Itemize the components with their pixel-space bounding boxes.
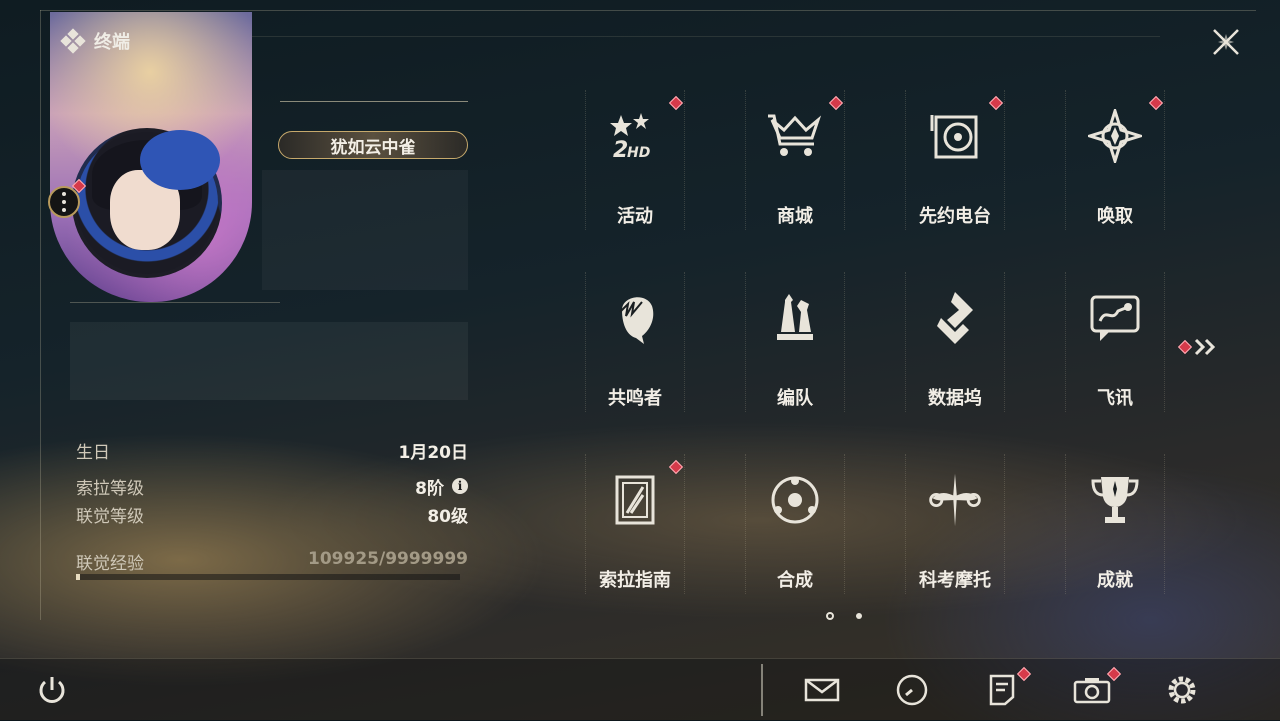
settings-button[interactable] <box>1162 670 1202 710</box>
menu-item[interactable]: 成就 <box>1065 454 1165 604</box>
gear-icon <box>1168 676 1196 704</box>
chat-bubble-icon <box>1085 288 1145 348</box>
trophy-icon <box>1085 470 1145 530</box>
stat-value: 8阶 <box>415 478 444 499</box>
pagination-dot[interactable] <box>856 613 862 619</box>
close-button[interactable] <box>1208 24 1244 60</box>
activity-2hd-icon: 2 HD <box>605 106 665 166</box>
motorcycle-icon <box>925 470 985 530</box>
stat-label: 生日 <box>76 442 110 463</box>
menu-item-label: 数据坞 <box>928 388 982 409</box>
chess-pieces-icon <box>765 288 825 348</box>
pagination-dot[interactable] <box>826 612 834 620</box>
camera-button[interactable] <box>1072 670 1112 710</box>
menu-item[interactable]: 编队 <box>745 272 845 422</box>
radio-record-icon <box>925 106 985 166</box>
menu-item[interactable]: 索拉指南 <box>585 454 685 604</box>
more-options-button[interactable] <box>48 186 80 218</box>
clock-button[interactable] <box>892 670 932 710</box>
mail-button[interactable] <box>802 670 842 710</box>
experience-label: 联觉经验 <box>76 554 144 574</box>
info-panel <box>70 322 468 400</box>
menu-item-label: 唤取 <box>1097 206 1133 227</box>
stat-label: 索拉等级 <box>76 478 144 499</box>
menu-item-label: 索拉指南 <box>599 570 671 591</box>
menu-item[interactable]: 商城 <box>745 90 845 240</box>
menu-item-label: 先约电台 <box>919 206 991 227</box>
player-name-plate[interactable]: 犹如云中雀 <box>278 131 468 159</box>
info-icon[interactable]: i <box>452 478 468 494</box>
menu-item[interactable]: 2 HD 活动 <box>585 90 685 240</box>
menu-item-label: 商城 <box>777 206 813 227</box>
menu-item[interactable]: 合成 <box>745 454 845 604</box>
guidebook-icon <box>605 470 665 530</box>
page-title: 终端 <box>94 32 130 53</box>
signature-panel <box>262 170 468 290</box>
bottom-separator <box>761 664 763 716</box>
frame-top-line <box>40 10 1256 11</box>
frame-left-line <box>40 10 41 620</box>
convene-compass-icon <box>1085 106 1145 166</box>
double-chevron-right-icon <box>1194 338 1216 356</box>
menu-item[interactable]: 数据坞 <box>905 272 1005 422</box>
menu-item-label: 合成 <box>777 570 813 591</box>
experience-progress-fill <box>76 574 81 580</box>
menu-item-label: 飞讯 <box>1097 388 1133 409</box>
data-bank-icon <box>925 288 985 348</box>
stat-sola-level: 索拉等级 8阶 i <box>76 472 468 500</box>
clock-icon <box>896 674 928 706</box>
resonator-head-icon <box>605 288 665 348</box>
experience-progress-bar <box>76 574 460 580</box>
menu-item-label: 共鸣者 <box>608 388 662 409</box>
close-icon <box>1213 29 1239 55</box>
experience-value: 109925/9999999 <box>308 549 468 569</box>
menu-item-label: 科考摩托 <box>919 570 991 591</box>
stats-list: 生日 1月20日 索拉等级 8阶 i 联觉等级 80级 <box>76 436 468 528</box>
diamond-cluster-icon <box>60 28 86 54</box>
crown-cart-icon <box>765 106 825 166</box>
experience-row: 联觉经验 109925/9999999 <box>76 549 468 574</box>
avatar-beret <box>140 130 220 190</box>
menu-item[interactable]: 唤取 <box>1065 90 1165 240</box>
pagination-dots <box>826 612 862 620</box>
menu-item-label: 成就 <box>1097 570 1133 591</box>
mail-icon <box>804 678 840 702</box>
menu-item[interactable]: 飞讯 <box>1065 272 1165 422</box>
menu-item-label: 活动 <box>617 206 653 227</box>
menu-item[interactable]: 共鸣者 <box>585 272 685 422</box>
menu-item[interactable]: 先约电台 <box>905 90 1005 240</box>
next-page-badge <box>1177 339 1193 355</box>
player-name: 犹如云中雀 <box>330 137 416 158</box>
menu-item-label: 编队 <box>777 388 813 409</box>
frame-inner-line <box>250 36 1160 37</box>
stat-value: 80级 <box>427 506 468 527</box>
synthesis-ring-icon <box>765 470 825 530</box>
terminal-title: 终端 <box>60 28 130 54</box>
svg-text:HD: HD <box>627 145 650 161</box>
menu-item[interactable]: 科考摩托 <box>905 454 1005 604</box>
more-options-icon <box>62 190 66 214</box>
power-icon <box>39 677 65 703</box>
next-page-button[interactable] <box>1177 338 1218 356</box>
stat-label: 联觉等级 <box>76 506 144 527</box>
power-button[interactable] <box>32 670 72 710</box>
stat-union-level: 联觉等级 80级 <box>76 500 468 528</box>
stat-value: 1月20日 <box>398 442 469 463</box>
stat-value-wrap: 8阶 i <box>415 474 468 499</box>
camera-icon <box>1073 678 1111 704</box>
notice-icon <box>989 674 1015 706</box>
profile-divider <box>70 302 280 303</box>
name-divider <box>280 101 468 102</box>
notice-button[interactable] <box>982 670 1022 710</box>
stat-birthday: 生日 1月20日 <box>76 436 468 464</box>
